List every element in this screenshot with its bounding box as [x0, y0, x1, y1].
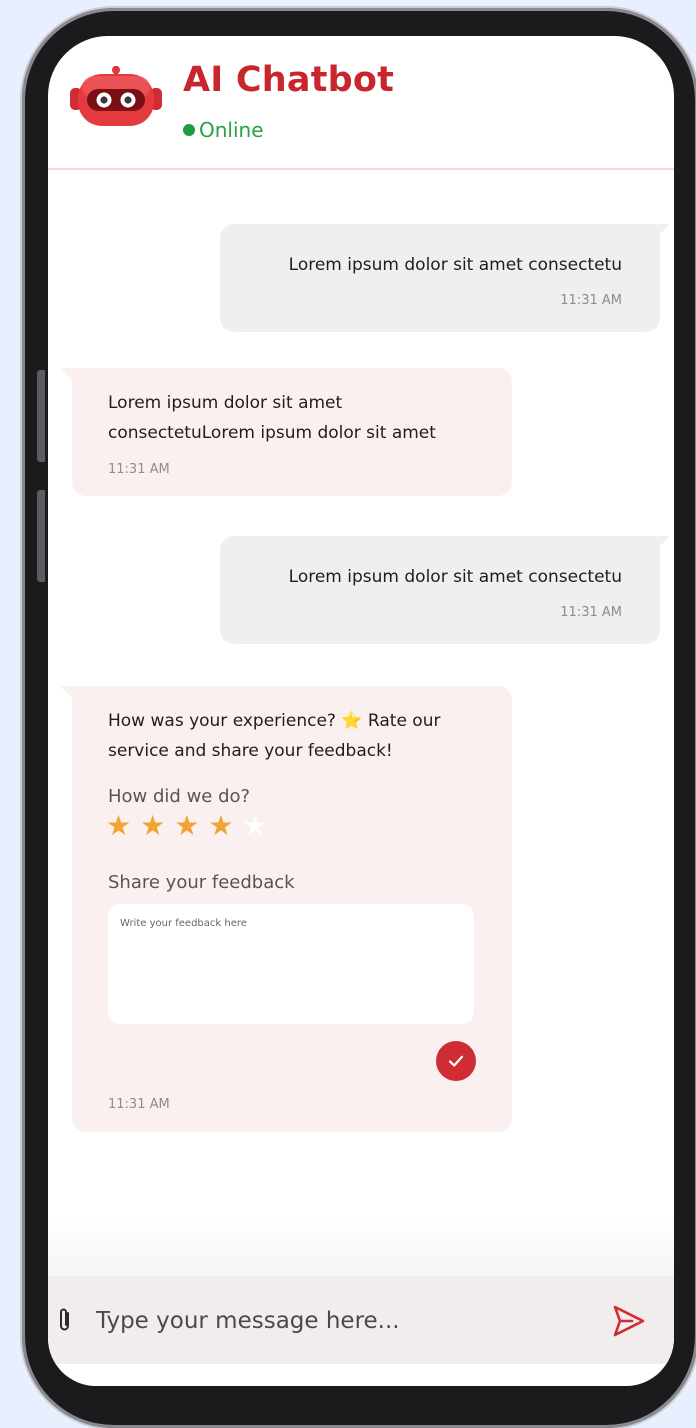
- feedback-input[interactable]: [108, 904, 474, 1024]
- feedback-label: Share your feedback: [108, 872, 295, 893]
- message-time: 11:31 AM: [560, 293, 622, 308]
- bot-title: AI Chatbot: [183, 60, 395, 100]
- message-time: 11:31 AM: [108, 462, 170, 477]
- check-icon: [448, 1055, 464, 1067]
- composer-fade: [48, 1216, 674, 1276]
- rating-prompt: How was your experience? ⭐ Rate our serv…: [108, 706, 440, 766]
- message-text: Lorem ipsum dolor sit amet consectetu: [288, 567, 622, 587]
- star-icon[interactable]: ★: [174, 811, 199, 841]
- message-time: 11:31 AM: [560, 605, 622, 620]
- message-outgoing: Lorem ipsum dolor sit amet consectetu 11…: [220, 536, 670, 644]
- send-icon[interactable]: [611, 1304, 647, 1338]
- status-text: Online: [199, 118, 264, 142]
- star-icon[interactable]: ★: [140, 811, 165, 841]
- prompt-line: How was your experience? ⭐ Rate our: [108, 711, 441, 731]
- message-time: 11:31 AM: [108, 1097, 170, 1112]
- chat-screen: AI Chatbot Online Lorem ipsum dolor sit …: [48, 36, 674, 1386]
- volume-down-button: [37, 490, 45, 582]
- message-incoming: Lorem ipsum dolor sit amet consectetuLor…: [60, 368, 512, 496]
- paperclip-icon[interactable]: [58, 1306, 72, 1334]
- online-dot-icon: [183, 124, 195, 136]
- robot-icon: [70, 66, 162, 126]
- star-rating[interactable]: ★ ★ ★ ★ ★: [106, 811, 277, 841]
- star-icon[interactable]: ★: [242, 811, 267, 841]
- star-icon[interactable]: ★: [106, 811, 131, 841]
- star-icon[interactable]: ★: [208, 811, 233, 841]
- message-line: consectetuLorem ipsum dolor sit amet: [108, 423, 436, 443]
- message-outgoing: Lorem ipsum dolor sit amet consectetu 11…: [220, 224, 670, 332]
- online-status: Online: [183, 118, 264, 142]
- message-text: Lorem ipsum dolor sit amet consectetuLor…: [108, 388, 436, 448]
- message-input[interactable]: [94, 1300, 578, 1342]
- message-line: Lorem ipsum dolor sit amet: [108, 393, 343, 413]
- rating-label: How did we do?: [108, 786, 251, 807]
- chat-header: AI Chatbot Online: [48, 36, 674, 170]
- message-text: Lorem ipsum dolor sit amet consectetu: [288, 255, 622, 275]
- prompt-line: service and share your feedback!: [108, 741, 393, 761]
- composer: [48, 1276, 674, 1364]
- volume-up-button: [37, 370, 45, 462]
- rating-card: How was your experience? ⭐ Rate our serv…: [60, 686, 512, 1132]
- submit-feedback-button[interactable]: [436, 1041, 476, 1081]
